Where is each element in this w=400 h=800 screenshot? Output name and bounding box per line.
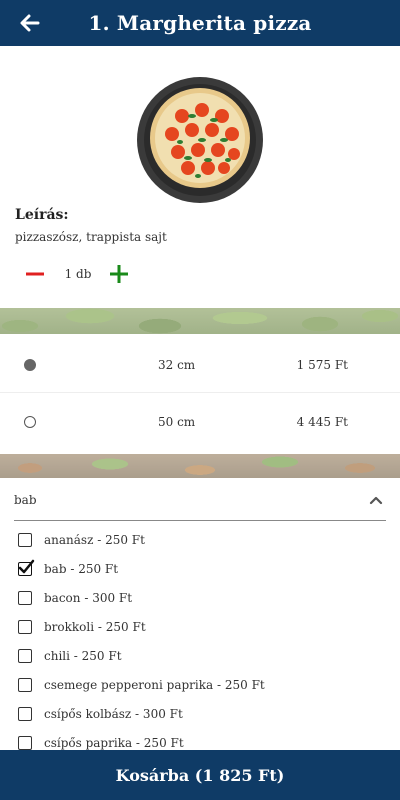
- checkmark-icon: [18, 559, 35, 574]
- page-title: 1. Margherita pizza: [88, 11, 312, 35]
- topping-label: csípős paprika - 250 Ft: [44, 736, 184, 750]
- toppings-dropdown[interactable]: bab: [14, 484, 386, 521]
- checkbox[interactable]: [18, 678, 32, 692]
- checkbox[interactable]: [18, 736, 32, 750]
- topping-label: bab - 250 Ft: [44, 562, 119, 576]
- topping-label: ananász - 250 Ft: [44, 533, 145, 547]
- arrow-left-icon: [20, 14, 40, 32]
- quantity-value: 1 db: [64, 267, 92, 281]
- topping-item[interactable]: csemege pepperoni paprika - 250 Ft: [18, 674, 265, 696]
- size-option[interactable]: 32 cm 1 575 Ft: [0, 336, 400, 394]
- radio-unselected[interactable]: [24, 416, 36, 428]
- topping-label: csemege pepperoni paprika - 250 Ft: [44, 678, 265, 692]
- pizza-image: [137, 77, 263, 203]
- topping-label: brokkoli - 250 Ft: [44, 620, 146, 634]
- topping-item[interactable]: chili - 250 Ft: [18, 645, 122, 667]
- topping-item[interactable]: bacon - 300 Ft: [18, 587, 132, 609]
- topping-label: chili - 250 Ft: [44, 649, 122, 663]
- size-price: 4 445 Ft: [296, 415, 348, 429]
- description-text: pizzaszósz, trappista sajt: [15, 230, 167, 244]
- add-to-cart-button[interactable]: Kosárba (1 825 Ft): [0, 750, 400, 800]
- dropdown-value: bab: [14, 493, 37, 507]
- checkbox[interactable]: [18, 620, 32, 634]
- radio-selected[interactable]: [24, 359, 36, 371]
- checkbox[interactable]: [18, 591, 32, 605]
- checkbox[interactable]: [18, 533, 32, 547]
- topping-label: bacon - 300 Ft: [44, 591, 133, 605]
- topping-item[interactable]: bab - 250 Ft: [18, 558, 118, 580]
- topping-label: csípős kolbász - 300 Ft: [44, 707, 183, 721]
- size-price: 1 575 Ft: [296, 358, 348, 372]
- topping-item[interactable]: brokkoli - 250 Ft: [18, 616, 146, 638]
- checkbox[interactable]: [18, 707, 32, 721]
- plus-icon[interactable]: [108, 263, 130, 285]
- checkbox-checked[interactable]: [18, 559, 35, 576]
- food-banner: [0, 308, 400, 334]
- topping-item[interactable]: csípős kolbász - 300 Ft: [18, 703, 183, 725]
- food-banner: [0, 454, 400, 478]
- size-option[interactable]: 50 cm 4 445 Ft: [0, 392, 400, 451]
- minus-icon[interactable]: [24, 263, 46, 285]
- back-button[interactable]: [14, 8, 44, 38]
- checkbox[interactable]: [18, 649, 32, 663]
- size-label: 50 cm: [158, 415, 196, 429]
- chevron-up-icon[interactable]: [368, 492, 384, 508]
- description-title: Leírás:: [15, 207, 69, 223]
- topping-item[interactable]: ananász - 250 Ft: [18, 529, 145, 551]
- app-header: 1. Margherita pizza: [0, 0, 400, 46]
- size-label: 32 cm: [158, 358, 196, 372]
